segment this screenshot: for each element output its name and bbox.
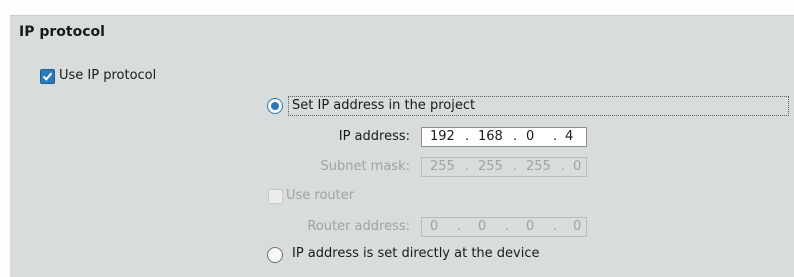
- ip-separator: .: [513, 129, 518, 144]
- subnet-separator: .: [465, 159, 470, 174]
- ip-address-input[interactable]: 192 . 168 . 0 . 4: [421, 127, 587, 147]
- use-router-checkbox[interactable]: [268, 189, 283, 204]
- use-ip-protocol-checkbox[interactable]: [40, 69, 55, 84]
- ip-separator: .: [553, 129, 558, 144]
- checkmark-icon: [42, 72, 53, 81]
- router-separator: .: [505, 219, 510, 234]
- set-at-device-radio[interactable]: [267, 247, 283, 263]
- radio-selected-dot: [271, 102, 279, 110]
- router-octet-3: 0: [526, 219, 535, 234]
- use-router-label: Use router: [286, 188, 355, 203]
- ip-octet-4[interactable]: 4: [565, 129, 573, 144]
- router-separator: .: [457, 219, 462, 234]
- router-octet-4: 0: [573, 219, 582, 234]
- set-at-device-label: IP address is set directly at the device: [292, 246, 540, 261]
- ip-octet-2[interactable]: 168: [478, 129, 503, 144]
- subnet-separator: .: [513, 159, 518, 174]
- subnet-mask-input[interactable]: 255 . 255 . 255 . 0: [421, 157, 587, 177]
- router-address-label: Router address:: [307, 219, 410, 234]
- ip-protocol-panel: IP protocol Use IP protocol Set IP addre…: [10, 15, 794, 277]
- ip-separator: .: [465, 129, 470, 144]
- router-separator: .: [553, 219, 558, 234]
- subnet-octet-4: 0: [573, 159, 582, 174]
- ip-address-label: IP address:: [338, 129, 410, 144]
- set-ip-in-project-focus[interactable]: Set IP address in the project: [288, 96, 789, 116]
- router-octet-1: 0: [430, 219, 439, 234]
- set-ip-in-project-label: Set IP address in the project: [292, 98, 476, 113]
- ip-octet-1[interactable]: 192: [430, 129, 455, 144]
- subnet-octet-2: 255: [478, 159, 503, 174]
- router-octet-2: 0: [478, 219, 487, 234]
- set-ip-in-project-radio[interactable]: [267, 98, 283, 114]
- use-ip-protocol-label: Use IP protocol: [59, 68, 157, 83]
- ip-octet-3[interactable]: 0: [526, 129, 534, 144]
- subnet-octet-1: 255: [430, 159, 455, 174]
- router-address-input[interactable]: 0 . 0 . 0 . 0: [421, 217, 587, 237]
- subnet-octet-3: 255: [526, 159, 551, 174]
- subnet-mask-label: Subnet mask:: [320, 159, 410, 174]
- subnet-separator: .: [561, 159, 566, 174]
- section-title: IP protocol: [19, 24, 105, 40]
